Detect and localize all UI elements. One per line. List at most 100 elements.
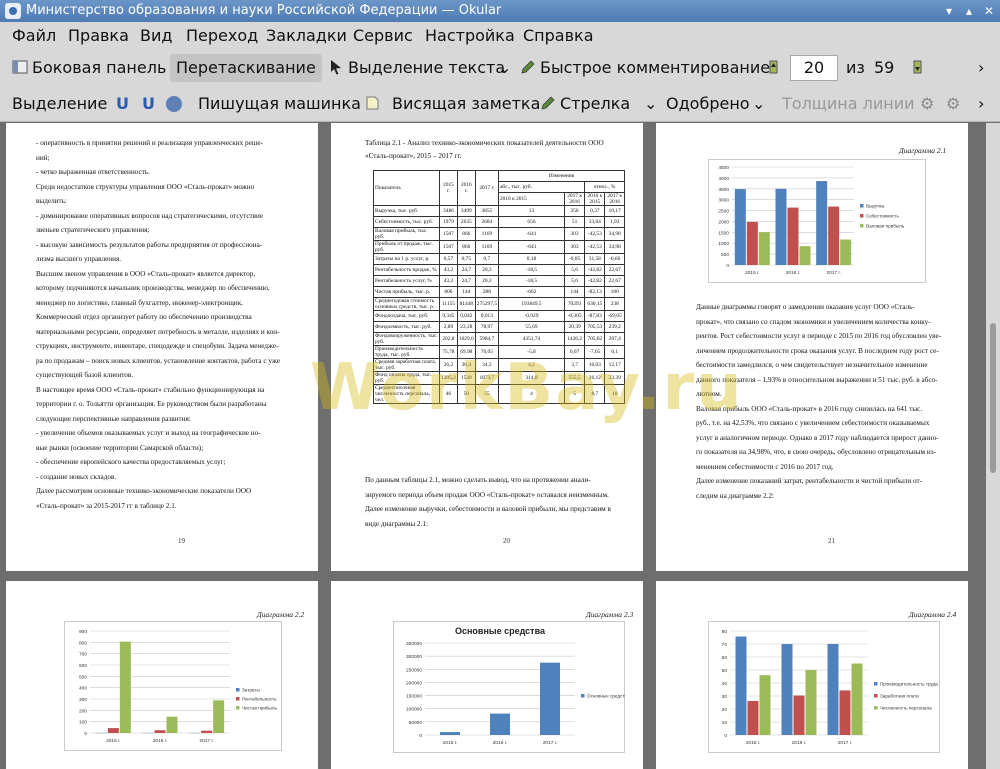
- arrow-dropdown[interactable]: ⌄: [644, 86, 657, 122]
- menu-go[interactable]: Переход: [186, 22, 258, 50]
- table-row: Чистая прибыль, тыс. р. 806 144 288 -662 144-…: [373, 286, 625, 298]
- table-cell: 238: [604, 297, 625, 311]
- selection-tool[interactable]: Выделение: [12, 86, 107, 122]
- text-line: личением продолжительности срока оказани…: [696, 346, 939, 355]
- quick-comment-button[interactable]: Быстрое комментирование: [520, 50, 770, 86]
- chart-diagram-2-2: 0 100 200 300 400 500 600 700 800 900 2015 г. 2016 …: [64, 621, 282, 751]
- note-tool[interactable]: [364, 86, 384, 122]
- text-line: ра по продажам – поиск новых клиентов, у…: [36, 356, 280, 365]
- legend-swatch: [874, 706, 878, 710]
- line-width-control[interactable]: Толщина линии: [782, 86, 915, 122]
- maximize-icon[interactable]: ▴: [960, 2, 978, 20]
- table-cell: 303: [563, 227, 586, 241]
- table-cell: 22,67: [604, 275, 625, 287]
- underline-tool[interactable]: U: [116, 86, 129, 122]
- y-tick-label: 200: [79, 708, 87, 714]
- arrow-tool[interactable]: Стрелка: [540, 86, 630, 122]
- table-cell: 1169: [474, 227, 499, 241]
- gear-icon: ⚙: [946, 94, 961, 113]
- color-tool[interactable]: ⚙: [920, 86, 934, 122]
- chart-bar: [781, 644, 793, 735]
- page-20-body: По данным таблицы 2.1, можно сделать выв…: [365, 473, 611, 531]
- table-cell: 34,98: [604, 227, 625, 241]
- minimize-icon[interactable]: ▾: [940, 2, 958, 20]
- y-tick-label: 10: [722, 720, 728, 726]
- text-line: - обеспечение европейского качества пред…: [36, 458, 226, 466]
- page-number-input[interactable]: 20: [790, 55, 838, 81]
- table-cell: 144: [563, 286, 586, 298]
- table-cell: 10: [604, 384, 625, 404]
- table-cell: Выручка, тыс. руб.: [373, 205, 440, 217]
- table-cell: Прибыль от продаж, тыс. руб.: [373, 240, 440, 254]
- table-cell: 5: [563, 384, 586, 404]
- scrollbar-thumb[interactable]: [990, 323, 996, 473]
- table-cell: 0,042: [456, 310, 476, 322]
- menu-settings[interactable]: Настройка: [425, 22, 515, 50]
- menu-view[interactable]: Вид: [140, 22, 172, 50]
- gear-icon: ⚙: [920, 94, 935, 113]
- table-cell: -0,305: [563, 310, 586, 322]
- text-select-button[interactable]: Выделение текста: [328, 50, 505, 86]
- legend-swatch: [860, 224, 864, 228]
- table-row: Затраты на 1 р. услуг, р. 0,57 0,75 0,7 0,18…: [373, 253, 625, 265]
- y-tick-label: 50: [722, 668, 728, 674]
- document-view[interactable]: - оперативность в принятии решений и реа…: [0, 123, 986, 769]
- sidebar-button[interactable]: Боковая панель: [12, 50, 166, 86]
- stamp-tool[interactable]: [166, 86, 182, 122]
- menu-bar: Файл Правка Вид Переход Закладки Сервис …: [0, 22, 1000, 50]
- text-select-dropdown[interactable]: ⌄: [498, 50, 511, 86]
- table-cell: Производительность труда, тыс. руб.: [373, 345, 440, 359]
- x-tick-label: 2017 г.: [838, 740, 853, 746]
- table-cell: 33,04: [584, 216, 606, 228]
- y-tick-label: 4000: [718, 176, 729, 182]
- menu-file[interactable]: Файл: [12, 22, 56, 50]
- approved-stamp-tool[interactable]: Одобрено: [666, 86, 750, 122]
- table-header-cell: 2015 г.: [439, 170, 458, 206]
- text-line: следим на диаграмме 2.2:: [696, 491, 775, 500]
- next-page-button[interactable]: [910, 50, 930, 86]
- text-line: струкциях, инструменте, инвентаре, спецо…: [36, 342, 279, 350]
- legend-label: Затраты: [242, 688, 260, 693]
- toolbar-overflow-button[interactable]: ›: [978, 50, 984, 86]
- menu-bookmarks[interactable]: Закладки: [266, 22, 347, 50]
- text-line: Коммерческий отдел организует работу по …: [36, 313, 252, 321]
- page-23: Диаграмма 2.3 Основные средства 0 50000 100…: [331, 581, 643, 769]
- chart-bar: [119, 641, 131, 733]
- table-cell: -69,05: [604, 310, 625, 322]
- y-tick-label: 0: [724, 733, 727, 739]
- table-cell: 0,1: [604, 345, 625, 359]
- legend-label: Чистая прибыль: [242, 706, 278, 711]
- chevron-down-icon: ⌄: [644, 94, 658, 113]
- drag-mode-button[interactable]: Перетаскивание: [170, 54, 322, 82]
- y-tick-label: 100: [79, 720, 87, 726]
- table-cell: 3,7: [563, 358, 586, 372]
- opacity-tool[interactable]: ⚙: [946, 86, 960, 122]
- squiggle-tool[interactable]: U: [142, 86, 155, 122]
- approved-dropdown[interactable]: ⌄: [752, 86, 765, 122]
- table-cell: -662: [497, 286, 565, 298]
- table-cell: 12,17: [604, 358, 625, 372]
- y-tick-label: 0: [419, 733, 422, 739]
- table-cell: 16,03: [584, 358, 606, 372]
- vertical-scrollbar[interactable]: [986, 123, 1000, 769]
- legend-label: Выручка: [866, 204, 885, 209]
- table-cell: 1507: [439, 227, 458, 241]
- cursor-icon: [331, 60, 341, 75]
- x-tick-label: 2017 г.: [826, 270, 841, 276]
- chart-bar: [540, 662, 560, 735]
- table-cell: 75,78: [439, 345, 458, 359]
- text-line: Далее изменение показаний затрат, рентаб…: [696, 477, 923, 485]
- text-line: звеньев стратегического управления;: [36, 226, 150, 234]
- menu-help[interactable]: Справка: [523, 22, 594, 50]
- toolbar-overflow-button[interactable]: ›: [978, 86, 984, 122]
- close-icon[interactable]: ✕: [980, 2, 998, 20]
- text-line: услуг в аналогичном периоде. Однако в 20…: [696, 433, 939, 442]
- page-number: 19: [178, 537, 185, 545]
- menu-tools[interactable]: Сервис: [353, 22, 413, 50]
- previous-page-button[interactable]: [766, 50, 786, 86]
- menu-edit[interactable]: Правка: [68, 22, 129, 50]
- y-tick-label: 50000: [409, 720, 423, 726]
- typewriter-tool[interactable]: Пишущая машинка: [198, 86, 361, 122]
- table-row: Рентабельность продаж, % 43,2 24,7 20,3 -18,…: [373, 264, 625, 276]
- chart-bar: [828, 206, 840, 265]
